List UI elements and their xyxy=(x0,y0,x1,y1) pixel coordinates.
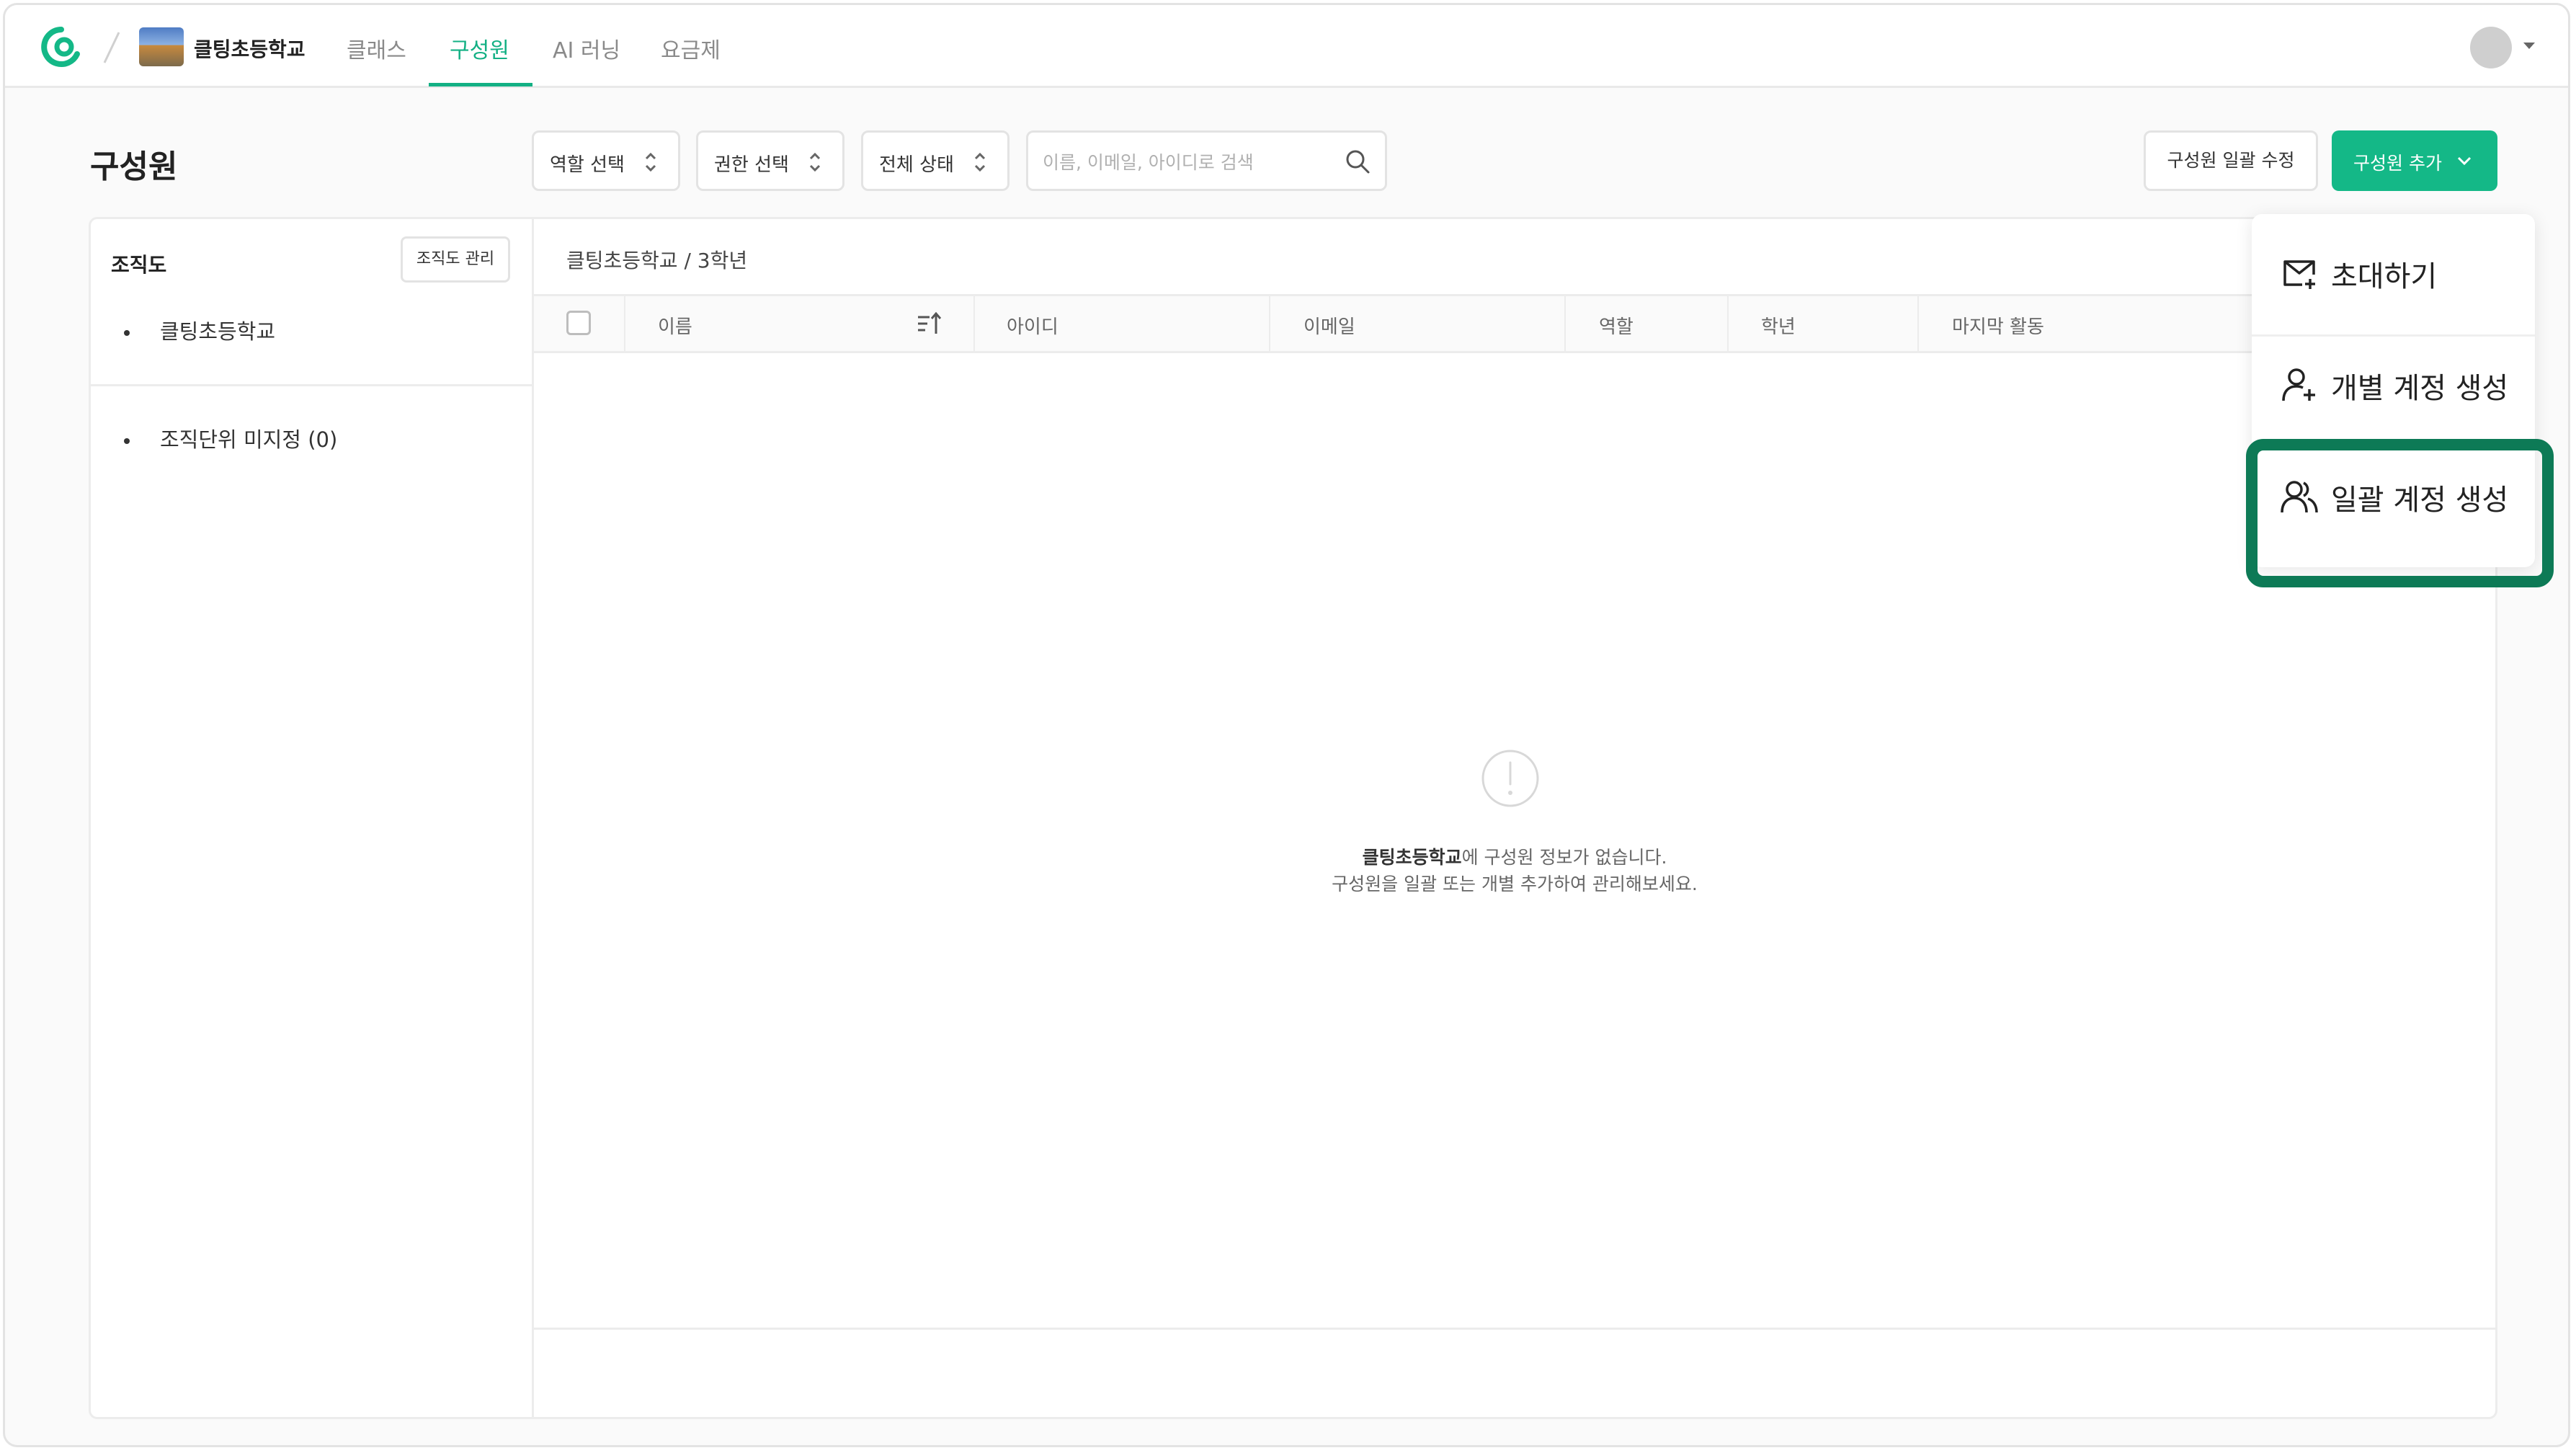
tab-members[interactable]: 구성원 xyxy=(450,32,509,64)
create-single-account-label: 개별 계정 생성 xyxy=(2331,372,2509,405)
status-select-label: 전체 상태 xyxy=(879,154,954,176)
org-item-label: 조직단위 미지정 (0) xyxy=(160,427,338,452)
search-input[interactable] xyxy=(1041,143,1332,182)
app-window: 클팅초등학교 클래스 구성원 AI 러닝 요금제 구성원 역할 선택 권한 선택… xyxy=(3,3,2570,1447)
column-header-id: 아이디 xyxy=(1007,316,1059,338)
tab-class[interactable]: 클래스 xyxy=(347,32,406,64)
chevron-down-icon xyxy=(2457,156,2472,166)
search-box xyxy=(1026,130,1387,191)
table-header: 이름 아이디 이메일 역할 학년 마지막 활동 xyxy=(534,294,2495,353)
sort-ascending-icon[interactable] xyxy=(916,311,942,337)
org-item-unassigned[interactable]: 조직단위 미지정 (0) xyxy=(124,423,337,453)
bullet-icon xyxy=(124,438,130,444)
org-item-school[interactable]: 클팅초등학교 xyxy=(124,315,275,345)
add-member-label: 구성원 추가 xyxy=(2353,153,2442,174)
empty-state-school: 클팅초등학교 xyxy=(1362,847,1462,868)
add-member-dropdown: 초대하기 개별 계정 생성 일괄 계정 생성 xyxy=(2252,214,2535,567)
user-plus-icon xyxy=(2282,368,2315,401)
mail-plus-icon xyxy=(2283,260,2315,289)
column-divider xyxy=(1269,296,1270,351)
role-select-label: 역할 선택 xyxy=(550,154,625,176)
column-divider xyxy=(973,296,975,351)
empty-state-text: 에 구성원 정보가 없습니다. xyxy=(1461,847,1667,868)
create-single-account-menu-item[interactable]: 개별 계정 생성 xyxy=(2252,326,2535,437)
org-chart-title: 조직도 xyxy=(111,253,167,277)
sort-updown-icon xyxy=(809,152,821,172)
chevron-down-icon[interactable] xyxy=(2523,43,2535,49)
avatar[interactable] xyxy=(2470,27,2512,68)
empty-state-hint: 구성원을 일괄 또는 개별 추가하여 관리해보세요. xyxy=(1332,874,1698,894)
sort-updown-icon xyxy=(974,152,986,172)
column-header-role: 역할 xyxy=(1599,316,1634,338)
sort-updown-icon xyxy=(645,152,656,172)
search-icon[interactable] xyxy=(1345,148,1371,174)
top-nav: 클팅초등학교 클래스 구성원 AI 러닝 요금제 xyxy=(5,5,2568,88)
tab-ai-learning[interactable]: AI 러닝 xyxy=(553,32,620,64)
tab-pricing[interactable]: 요금제 xyxy=(661,32,721,64)
member-table-panel: 클팅초등학교 / 3학년 이름 아이디 이메일 역할 학년 마지막 활동 클팅초… xyxy=(532,217,2497,1419)
active-tab-indicator xyxy=(429,83,532,86)
org-chart-panel: 조직도 조직도 관리 클팅초등학교 조직단위 미지정 (0) xyxy=(89,217,532,1419)
column-divider xyxy=(624,296,625,351)
app-logo-icon[interactable] xyxy=(40,25,83,68)
invite-menu-label: 초대하기 xyxy=(2331,260,2438,293)
school-name[interactable]: 클팅초등학교 xyxy=(194,34,306,63)
org-manage-button[interactable]: 조직도 관리 xyxy=(401,236,510,283)
permission-select-label: 권한 선택 xyxy=(714,154,789,176)
breadcrumb: 클팅초등학교 / 3학년 xyxy=(566,249,748,272)
column-header-name[interactable]: 이름 xyxy=(658,312,692,339)
org-item-label: 클팅초등학교 xyxy=(160,319,276,344)
breadcrumb-separator-icon xyxy=(103,32,120,63)
column-divider xyxy=(1727,296,1729,351)
select-all-checkbox[interactable] xyxy=(566,311,591,335)
users-icon xyxy=(2281,481,2318,513)
column-header-email: 이메일 xyxy=(1303,316,1355,338)
column-divider xyxy=(1917,296,1919,351)
permission-select[interactable]: 권한 선택 xyxy=(696,130,844,191)
status-select[interactable]: 전체 상태 xyxy=(861,130,1010,191)
bullet-icon xyxy=(124,330,130,336)
alert-circle-icon xyxy=(1481,750,1539,807)
empty-state-message: 클팅초등학교에 구성원 정보가 없습니다. xyxy=(534,843,2495,869)
role-select[interactable]: 역할 선택 xyxy=(532,130,680,191)
bulk-edit-button[interactable]: 구성원 일괄 수정 xyxy=(2144,130,2318,191)
divider xyxy=(91,384,532,386)
table-footer-divider xyxy=(534,1328,2495,1330)
column-divider xyxy=(1564,296,1566,351)
add-member-button[interactable]: 구성원 추가 xyxy=(2332,130,2497,191)
column-header-last-activity: 마지막 활동 xyxy=(1952,316,2044,338)
invite-menu-item[interactable]: 초대하기 xyxy=(2252,214,2535,326)
create-bulk-accounts-label: 일괄 계정 생성 xyxy=(2331,484,2509,517)
page-title: 구성원 xyxy=(90,148,178,185)
create-bulk-accounts-menu-item[interactable]: 일괄 계정 생성 xyxy=(2252,437,2535,549)
school-thumbnail xyxy=(139,27,184,66)
column-header-grade: 학년 xyxy=(1761,316,1796,338)
